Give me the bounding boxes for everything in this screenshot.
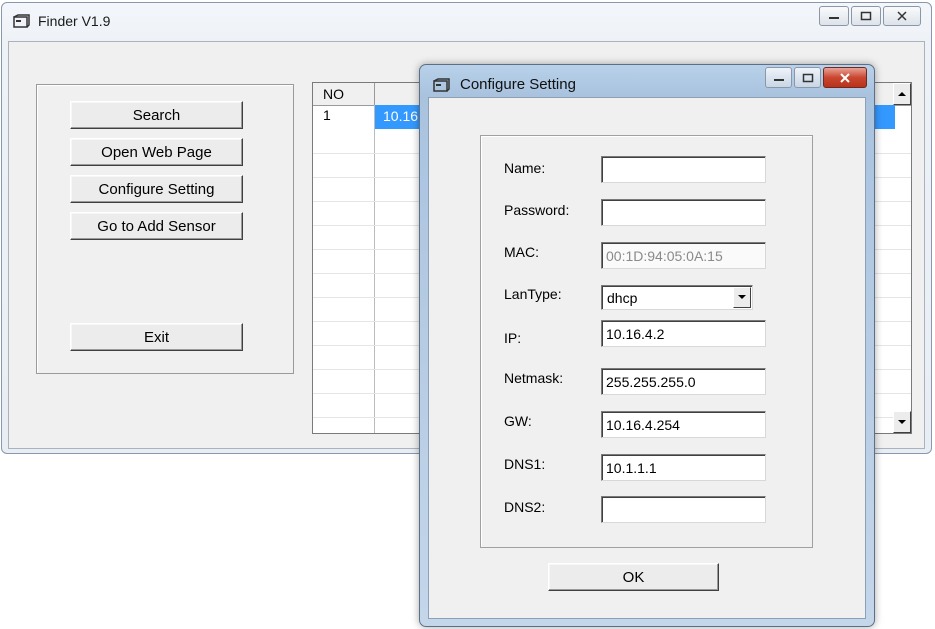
column-header-no[interactable]: NO (313, 83, 375, 105)
minimize-button[interactable] (819, 6, 849, 26)
exit-button[interactable]: Exit (70, 323, 243, 351)
name-field[interactable] (601, 156, 766, 183)
window-title: Finder V1.9 (38, 13, 111, 29)
dropdown-arrow-icon (738, 295, 746, 299)
column-divider (374, 105, 375, 433)
scroll-up-icon (898, 92, 906, 96)
mac-field: 00:1D:94:05:0A:15 (601, 242, 766, 269)
password-label: Password: (504, 202, 570, 218)
ip-label: IP: (504, 330, 522, 346)
ok-button[interactable]: OK (548, 563, 719, 591)
mac-label: MAC: (504, 244, 539, 260)
go-to-add-sensor-button[interactable]: Go to Add Sensor (70, 212, 243, 240)
dialog-client-area: Name: Password: MAC: 00:1D:94:05:0A:15 L… (428, 97, 866, 619)
search-button[interactable]: Search (70, 101, 243, 129)
configure-setting-button[interactable]: Configure Setting (70, 175, 243, 203)
dns2-label: DNS2: (504, 499, 546, 515)
dialog-maximize-button[interactable] (794, 67, 821, 88)
dialog-close-button[interactable] (823, 67, 867, 88)
lantype-value: dhcp (607, 290, 638, 306)
scroll-up-button[interactable] (893, 83, 911, 105)
window-app-icon (13, 14, 31, 30)
close-icon (897, 11, 907, 21)
dns2-field[interactable] (601, 496, 766, 523)
configure-setting-dialog: Configure Setting Name: Password: MAC: 0… (419, 64, 875, 627)
dialog-minimize-button[interactable] (765, 67, 792, 88)
gw-label: GW: (504, 413, 532, 429)
lantype-dropdown-button[interactable] (733, 287, 751, 308)
dialog-caption-buttons (765, 67, 867, 88)
lantype-select[interactable]: dhcp (601, 285, 753, 310)
scroll-down-button[interactable] (893, 411, 911, 433)
dns1-label: DNS1: (504, 456, 546, 472)
maximize-icon (860, 11, 872, 21)
maximize-icon (802, 73, 813, 82)
minimize-icon (773, 78, 784, 81)
netmask-field[interactable]: 255.255.255.0 (601, 368, 766, 395)
scroll-down-icon (898, 420, 906, 424)
close-icon (840, 72, 850, 83)
dialog-title: Configure Setting (460, 76, 576, 93)
minimize-icon (829, 17, 839, 19)
name-label: Name: (504, 160, 546, 176)
window-app-icon (433, 78, 451, 94)
caption-buttons (819, 6, 921, 26)
close-button[interactable] (883, 6, 921, 26)
gw-field[interactable]: 10.16.4.254 (601, 411, 766, 438)
lantype-label: LanType: (504, 286, 562, 302)
row-ip-cell: 10.16. (383, 108, 422, 124)
password-field[interactable] (601, 199, 766, 226)
netmask-label: Netmask: (504, 370, 564, 386)
dns1-field[interactable]: 10.1.1.1 (601, 454, 766, 481)
open-web-page-button[interactable]: Open Web Page (70, 138, 243, 166)
row-no-cell: 1 (323, 107, 331, 123)
ip-field[interactable]: 10.16.4.2 (601, 320, 766, 347)
maximize-button[interactable] (851, 6, 881, 26)
